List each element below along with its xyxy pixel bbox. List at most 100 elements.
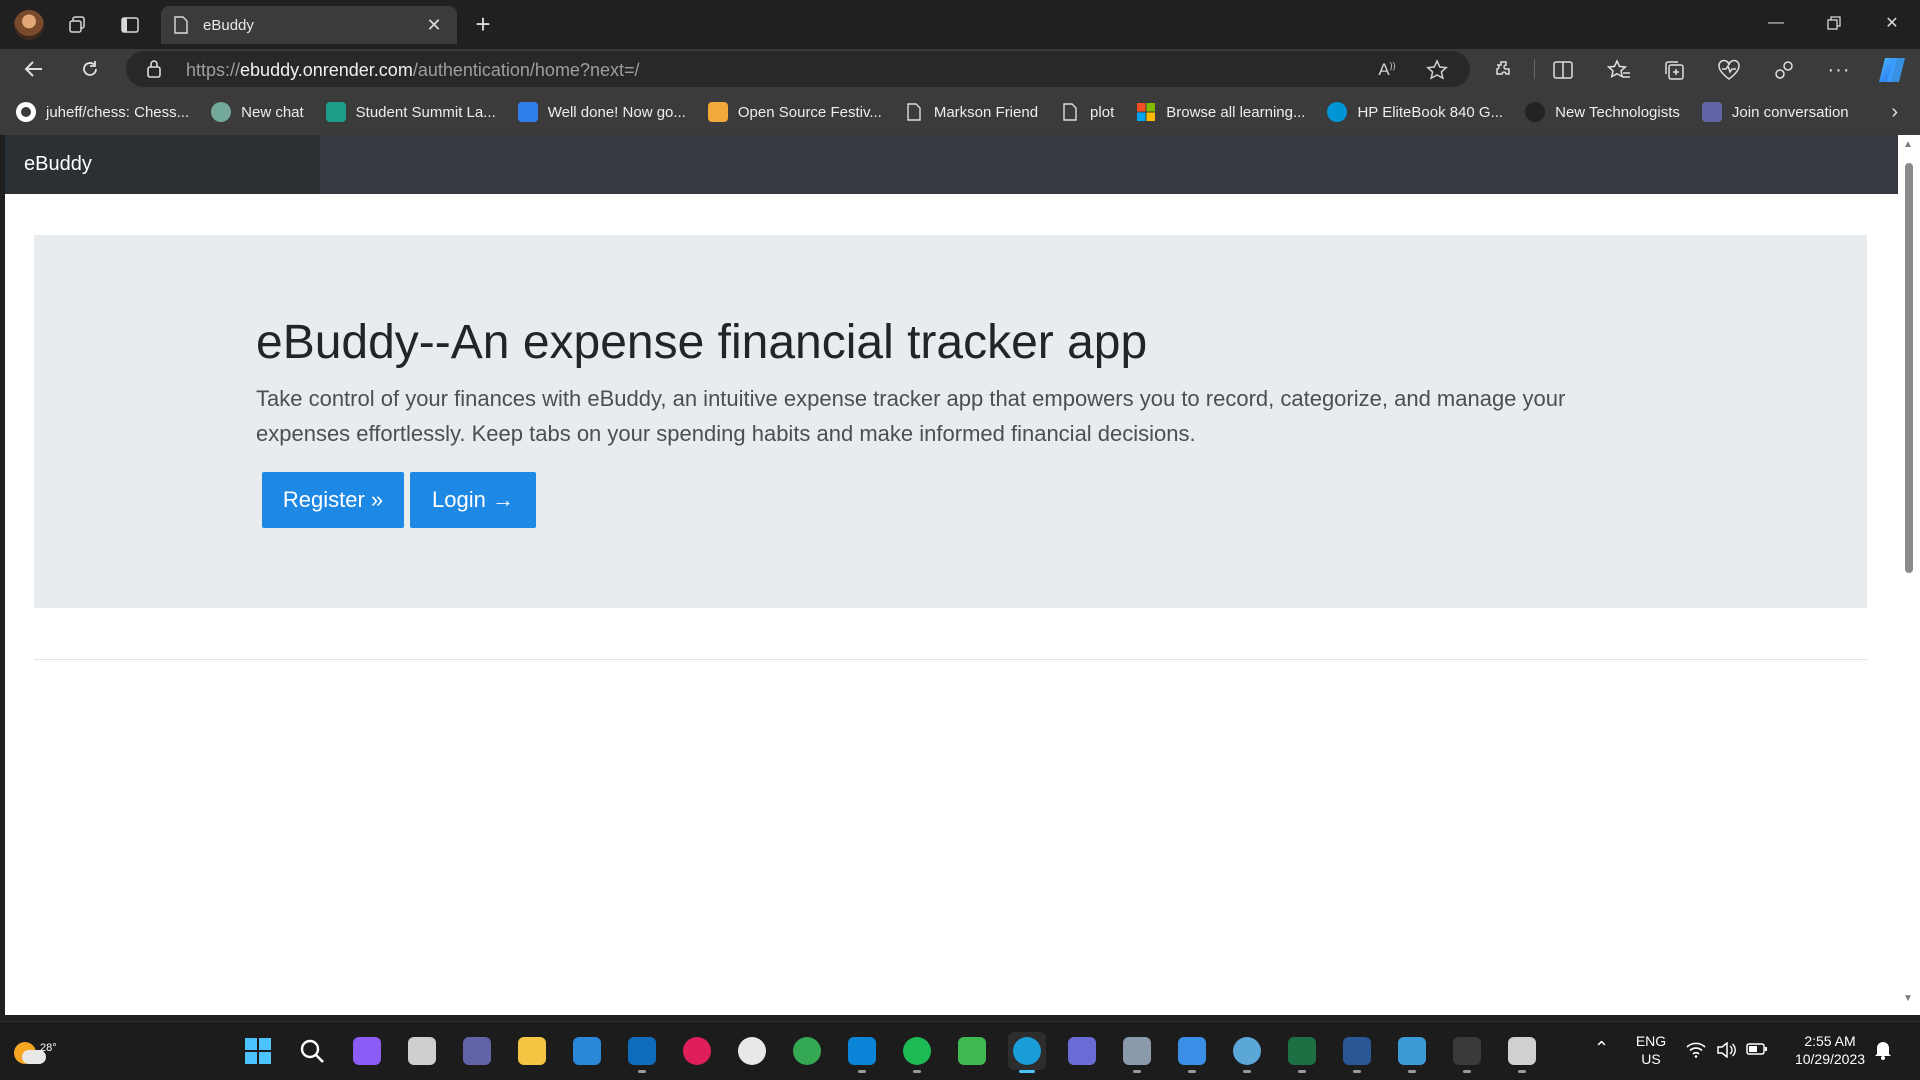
copilot-app-icon-glyph bbox=[1068, 1037, 1096, 1065]
page-icon bbox=[1060, 102, 1080, 122]
bookmark-item[interactable]: New chat bbox=[211, 102, 304, 122]
scroll-down-icon[interactable]: ▼ bbox=[1903, 993, 1913, 1004]
navbar-brand[interactable]: eBuddy bbox=[5, 135, 320, 194]
running-indicator bbox=[858, 1070, 866, 1073]
globe-icon-glyph bbox=[1233, 1037, 1261, 1065]
bookmark-item[interactable]: juheff/chess: Chess... bbox=[16, 102, 189, 122]
chevron-right-icon[interactable]: › bbox=[1891, 101, 1898, 124]
messenger-icon[interactable] bbox=[733, 1032, 771, 1070]
weather-widget[interactable]: 28° bbox=[12, 1034, 57, 1068]
snipping-tool-icon-glyph bbox=[1508, 1037, 1536, 1065]
page-scrollbar[interactable]: ▲ ▼ bbox=[1898, 135, 1920, 1015]
mail-icon[interactable] bbox=[568, 1032, 606, 1070]
edge-dev-icon[interactable] bbox=[953, 1032, 991, 1070]
bookmark-label: New Technologists bbox=[1555, 103, 1680, 121]
store-icon[interactable] bbox=[623, 1032, 661, 1073]
globe-icon[interactable] bbox=[1228, 1032, 1266, 1073]
more-options-icon[interactable]: ··· bbox=[1824, 55, 1854, 85]
copilot-preview-icon[interactable] bbox=[348, 1032, 386, 1070]
register-button[interactable]: Register » bbox=[262, 472, 404, 528]
copilot-app-icon[interactable] bbox=[1063, 1032, 1101, 1070]
refresh-button[interactable] bbox=[73, 53, 107, 85]
bookmark-item[interactable]: Join conversation bbox=[1701, 102, 1849, 122]
tab-title: eBuddy bbox=[203, 16, 254, 34]
chrome-icon[interactable] bbox=[788, 1032, 826, 1070]
spotify-icon[interactable] bbox=[898, 1032, 936, 1073]
vscode-icon[interactable] bbox=[843, 1032, 881, 1073]
scroll-up-icon[interactable]: ▲ bbox=[1903, 139, 1913, 150]
wifi-icon[interactable] bbox=[1686, 1042, 1706, 1063]
tab-ebuddy[interactable]: eBuddy ✕ bbox=[161, 6, 457, 44]
settings-icon[interactable] bbox=[1118, 1032, 1156, 1073]
messenger-icon-glyph bbox=[738, 1037, 766, 1065]
scroll-thumb[interactable] bbox=[1905, 163, 1913, 573]
edge-icon[interactable] bbox=[1008, 1032, 1046, 1073]
bookmark-item[interactable]: New Technologists bbox=[1525, 102, 1680, 122]
back-button[interactable] bbox=[17, 53, 51, 85]
bookmark-item[interactable]: Open Source Festiv... bbox=[707, 102, 882, 122]
chevron-up-icon[interactable]: ⌃ bbox=[1594, 1038, 1609, 1059]
word-icon[interactable] bbox=[1338, 1032, 1376, 1073]
new-tab-button[interactable]: + bbox=[468, 10, 498, 40]
bookmark-item[interactable]: Markson Friend bbox=[904, 102, 1038, 122]
paint-icon[interactable] bbox=[1173, 1032, 1211, 1073]
file-explorer-icon-glyph bbox=[518, 1037, 546, 1065]
remote-desktop-icon[interactable] bbox=[1393, 1032, 1431, 1073]
battery-icon[interactable] bbox=[1746, 1042, 1768, 1061]
profile-avatar[interactable] bbox=[14, 10, 44, 40]
notification-bell-icon[interactable] bbox=[1874, 1040, 1892, 1065]
language-indicator[interactable]: ENG US bbox=[1628, 1032, 1674, 1068]
browser-titlebar: eBuddy ✕ + — ✕ bbox=[0, 0, 1920, 49]
lock-icon[interactable] bbox=[146, 59, 162, 79]
hero-description: Take control of your finances with eBudd… bbox=[256, 386, 1566, 446]
volume-icon[interactable] bbox=[1716, 1041, 1736, 1063]
terminal-icon[interactable] bbox=[1448, 1032, 1486, 1073]
browser-essentials-icon[interactable] bbox=[1714, 55, 1744, 85]
split-screen-icon[interactable] bbox=[1548, 55, 1578, 85]
bookmark-item[interactable]: Browse all learning... bbox=[1136, 102, 1305, 122]
workspaces-icon[interactable] bbox=[62, 10, 92, 40]
file-explorer-icon[interactable] bbox=[513, 1032, 551, 1070]
search-icon[interactable] bbox=[293, 1032, 331, 1070]
bookmark-item[interactable]: Student Summit La... bbox=[325, 102, 496, 122]
hero-section: eBuddy--An expense financial tracker app… bbox=[34, 235, 1867, 608]
favorites-icon[interactable] bbox=[1604, 55, 1634, 85]
close-tab-icon[interactable]: ✕ bbox=[423, 15, 445, 36]
collections-icon[interactable] bbox=[1659, 55, 1689, 85]
tab-actions-icon[interactable] bbox=[115, 10, 145, 40]
read-aloud-icon[interactable]: A)) bbox=[1374, 57, 1400, 83]
restore-button[interactable] bbox=[1806, 6, 1862, 40]
edge-icon-glyph bbox=[1013, 1037, 1041, 1065]
bookmark-item[interactable]: Well done! Now go... bbox=[517, 102, 686, 122]
bookmark-label: Student Summit La... bbox=[355, 103, 496, 121]
store-icon-glyph bbox=[628, 1037, 656, 1065]
site-navbar: eBuddy bbox=[5, 135, 1898, 194]
login-button[interactable]: Login → bbox=[410, 472, 536, 528]
browser-toolbar: https://ebuddy.onrender.com/authenticati… bbox=[0, 49, 1920, 89]
vscode-icon-glyph bbox=[848, 1037, 876, 1065]
extensions-icon[interactable] bbox=[1489, 55, 1519, 85]
windows-taskbar: 28° ⌃ ENG US 2:55 AM 10/29/2023 bbox=[0, 1021, 1920, 1080]
copilot-icon[interactable] bbox=[1877, 55, 1907, 85]
remote-desktop-icon-glyph bbox=[1398, 1037, 1426, 1065]
close-window-button[interactable]: ✕ bbox=[1864, 6, 1920, 40]
bookmark-item[interactable]: plot bbox=[1060, 102, 1114, 122]
microsoft-icon bbox=[1136, 102, 1156, 122]
bookmark-item[interactable]: HP EliteBook 840 G... bbox=[1327, 102, 1503, 122]
clock[interactable]: 2:55 AM 10/29/2023 bbox=[1780, 1032, 1880, 1068]
start-icon[interactable] bbox=[239, 1032, 277, 1070]
url-text[interactable]: https://ebuddy.onrender.com/authenticati… bbox=[186, 60, 640, 81]
bookmark-label: plot bbox=[1090, 103, 1115, 121]
snipping-tool-icon[interactable] bbox=[1503, 1032, 1541, 1073]
slack-icon[interactable] bbox=[678, 1032, 716, 1070]
task-view-icon[interactable] bbox=[403, 1032, 441, 1070]
bookmark-label: New chat bbox=[241, 103, 304, 121]
teams-icon[interactable] bbox=[458, 1032, 496, 1070]
excel-icon[interactable] bbox=[1283, 1032, 1321, 1073]
edge-dev-icon-glyph bbox=[958, 1037, 986, 1065]
favorite-star-icon[interactable] bbox=[1424, 57, 1450, 83]
address-bar[interactable]: https://ebuddy.onrender.com/authenticati… bbox=[126, 51, 1470, 87]
minimize-button[interactable]: — bbox=[1748, 6, 1804, 40]
osf-icon bbox=[707, 102, 728, 122]
performance-icon[interactable] bbox=[1769, 55, 1799, 85]
